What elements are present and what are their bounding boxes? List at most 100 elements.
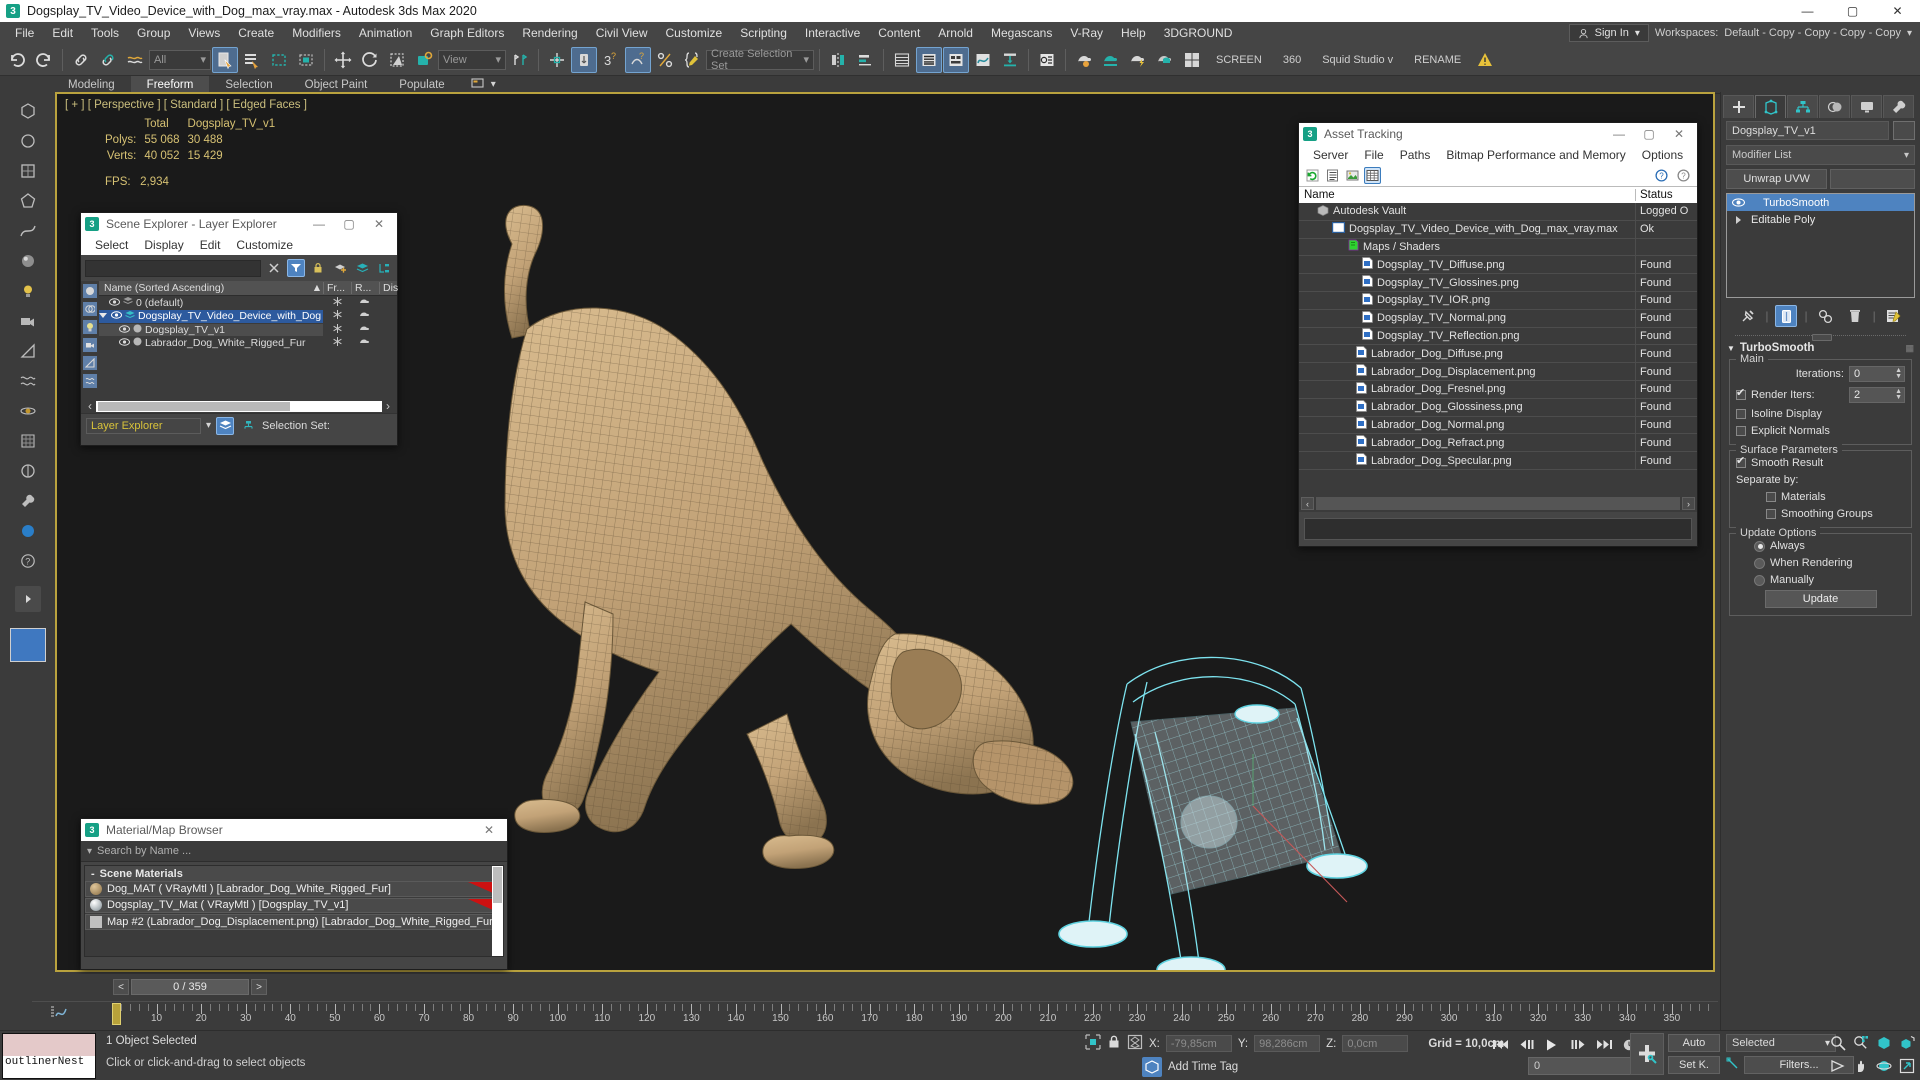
update-manually-radio[interactable] xyxy=(1754,574,1765,586)
zoom-icon[interactable] xyxy=(1828,1033,1848,1053)
close-button[interactable]: ✕ xyxy=(475,823,503,837)
asset-row[interactable]: Labrador_Dog_Diffuse.png Found xyxy=(1299,345,1697,364)
render-setup-icon[interactable] xyxy=(1071,47,1097,73)
asset-row[interactable]: Dogsplay_TV_Reflection.png Found xyxy=(1299,327,1697,346)
menu-scripting[interactable]: Scripting xyxy=(731,23,796,43)
schematic-view-icon[interactable] xyxy=(997,47,1023,73)
render-cell[interactable] xyxy=(351,310,379,322)
expand-arrow-icon[interactable] xyxy=(99,310,108,322)
chevron-down-icon[interactable]: ▾ xyxy=(803,53,809,66)
add-time-tag-area[interactable]: Add Time Tag xyxy=(1142,1057,1238,1077)
asset-row[interactable]: Dogsplay_TV_Normal.png Found xyxy=(1299,309,1697,328)
zoom-extents-icon[interactable] xyxy=(1874,1033,1894,1053)
asset-tracking-hscrollbar[interactable]: ‹ › xyxy=(1299,495,1697,512)
scene-explorer-row[interactable]: 0 (default) xyxy=(99,296,397,310)
render-cell[interactable] xyxy=(351,324,379,336)
matbrowser-list[interactable]: Dog_MAT ( VRayMtl ) [Labrador_Dog_White_… xyxy=(85,881,503,930)
redo-button[interactable] xyxy=(31,47,57,73)
menu-group[interactable]: Group xyxy=(128,23,179,43)
z-coordinate-field[interactable]: 0,0cm xyxy=(1342,1035,1409,1052)
minimize-button[interactable]: — xyxy=(305,217,333,231)
scroll-right-icon[interactable]: › xyxy=(382,399,394,413)
chevron-down-icon[interactable]: ▾ xyxy=(1635,28,1640,39)
scene-explorer-tree[interactable]: Name (Sorted Ascending) ▲ Fr... R... Dis… xyxy=(99,281,398,399)
reference-coordinate-combo[interactable]: View ▾ xyxy=(438,49,506,70)
hierarchy-explorer-toggle[interactable] xyxy=(239,417,257,435)
maximize-viewport-toggle-icon[interactable] xyxy=(1897,1056,1917,1076)
create-primitive-icon[interactable] xyxy=(15,98,41,124)
menu-views[interactable]: Views xyxy=(179,23,229,43)
show-end-result-icon[interactable] xyxy=(1775,305,1798,327)
pin-stack-icon[interactable] xyxy=(1736,305,1758,327)
make-unique-icon[interactable] xyxy=(1815,305,1837,327)
explorer-mode-combo[interactable]: Layer Explorer xyxy=(86,417,201,434)
close-button[interactable]: ✕ xyxy=(1875,0,1920,22)
asset-row[interactable]: Autodesk Vault Logged O xyxy=(1299,203,1697,221)
spline-icon[interactable] xyxy=(15,218,41,244)
at-menu-file[interactable]: File xyxy=(1356,146,1391,164)
matbrowser-vscrollbar[interactable] xyxy=(492,866,503,956)
chevron-down-icon[interactable]: ▾ xyxy=(495,53,501,66)
go-to-end-button[interactable] xyxy=(1594,1034,1615,1055)
column-render[interactable]: R... xyxy=(351,282,379,294)
pan-view-icon[interactable] xyxy=(1851,1056,1871,1076)
maximize-button[interactable]: ▢ xyxy=(1830,0,1875,22)
workspace-value[interactable]: Default - Copy - Copy - Copy - Copy xyxy=(1724,27,1901,39)
ribbon-tab-selection[interactable]: Selection xyxy=(209,76,288,93)
rectangular-selection-region-icon[interactable] xyxy=(266,47,292,73)
material-editor-icon[interactable] xyxy=(1034,47,1060,73)
menu-tools[interactable]: Tools xyxy=(82,23,128,43)
time-tag-icon[interactable] xyxy=(1142,1057,1162,1077)
maximize-button[interactable]: ▢ xyxy=(1635,127,1663,141)
y-coordinate-field[interactable]: 98,286cm xyxy=(1254,1035,1321,1052)
scrollbar-thumb[interactable] xyxy=(493,867,502,903)
asset-tracking-titlebar[interactable]: 3 Asset Tracking — ▢ ✕ xyxy=(1299,123,1697,145)
eye-icon[interactable] xyxy=(1730,198,1747,207)
curve-editor-icon[interactable] xyxy=(970,47,996,73)
layer-explorer-icon[interactable] xyxy=(889,47,915,73)
object-name-field[interactable]: Dogsplay_TV_v1 xyxy=(1726,121,1889,140)
chevron-down-icon[interactable]: ▾ xyxy=(87,846,92,857)
polygon-icon[interactable] xyxy=(15,188,41,214)
named-selection-sets-icon[interactable] xyxy=(679,47,705,73)
render-cell[interactable] xyxy=(351,337,379,349)
spinner-arrows-icon[interactable]: ▲ ▼ xyxy=(1895,388,1902,401)
column-status[interactable]: Status xyxy=(1635,189,1697,201)
eye-icon[interactable] xyxy=(119,324,130,336)
snaps-toggle-icon[interactable] xyxy=(544,47,570,73)
about-icon[interactable]: ? xyxy=(1675,167,1692,184)
camera-icon[interactable] xyxy=(15,308,41,334)
modify-icon[interactable] xyxy=(15,158,41,184)
percent-snap-toggle-icon[interactable]: 3? xyxy=(598,47,624,73)
zoom-all-icon[interactable] xyxy=(1851,1033,1871,1053)
material-row[interactable]: Dogsplay_TV_Mat ( VRayMtl ) [Dogsplay_TV… xyxy=(85,897,503,913)
layers-icon[interactable] xyxy=(353,259,371,277)
light-icon[interactable] xyxy=(15,278,41,304)
helpers-icon[interactable] xyxy=(15,338,41,364)
field-of-view-icon[interactable] xyxy=(1828,1056,1848,1076)
select-and-rotate-icon[interactable] xyxy=(357,47,383,73)
utilities-icon[interactable] xyxy=(15,488,41,514)
column-name[interactable]: Name xyxy=(1299,189,1635,201)
hierarchy-tab[interactable] xyxy=(1787,94,1818,118)
scene-materials-group-header[interactable]: - Scene Materials xyxy=(85,866,503,881)
update-always-row[interactable]: Always xyxy=(1736,540,1905,552)
list-view-icon[interactable] xyxy=(1324,167,1341,184)
systems-icon[interactable] xyxy=(15,398,41,424)
smoothing-groups-checkbox[interactable] xyxy=(1766,509,1776,519)
asset-tracking-list[interactable]: Autodesk Vault Logged O Dogsplay_TV_Vide… xyxy=(1299,203,1697,495)
unwrap-uvw-button[interactable]: Unwrap UVW xyxy=(1726,169,1828,189)
selection-lock-icon[interactable] xyxy=(1107,1034,1121,1053)
scene-explorer-window[interactable]: 3 Scene Explorer - Layer Explorer — ▢ ✕ … xyxy=(80,212,398,446)
filter-helpers-icon[interactable] xyxy=(82,355,98,371)
menu-interactive[interactable]: Interactive xyxy=(796,23,869,43)
listener-pink-row[interactable] xyxy=(3,1034,95,1056)
se-menu-display[interactable]: Display xyxy=(136,236,191,254)
material-row[interactable]: Map #2 (Labrador_Dog_Displacement.png) [… xyxy=(85,914,503,930)
window-crossing-toggle-icon[interactable] xyxy=(293,47,319,73)
spinner-arrows-icon[interactable]: ▲ ▼ xyxy=(1895,367,1902,380)
column-frozen[interactable]: Fr... xyxy=(323,282,351,294)
configure-modifier-sets-icon[interactable] xyxy=(1883,305,1905,327)
space-warps-icon[interactable] xyxy=(15,368,41,394)
asset-row[interactable]: Dogsplay_TV_Glossines.png Found xyxy=(1299,274,1697,292)
